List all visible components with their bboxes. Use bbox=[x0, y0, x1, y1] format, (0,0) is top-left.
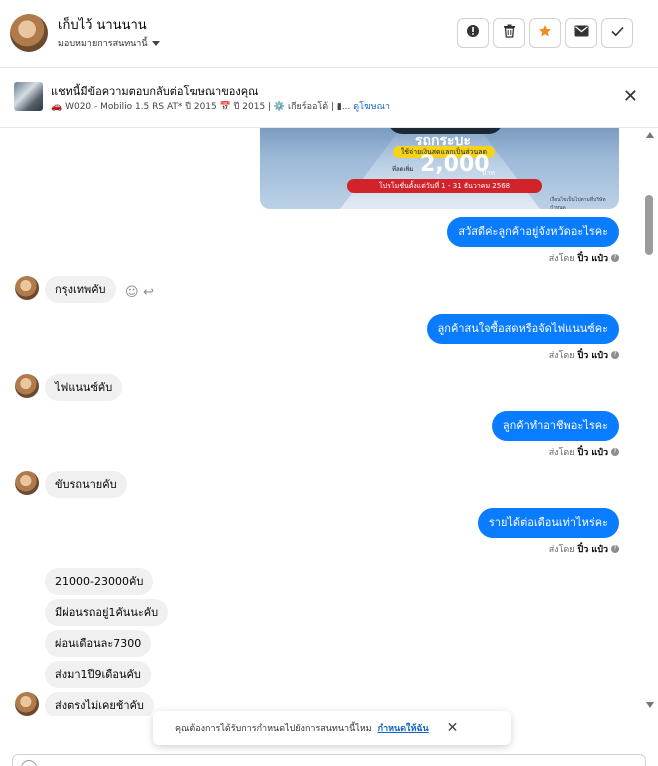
ad-description: 🚗 W020 - Mobilio 1.5 RS AT* ปี 2015 📅 ปี… bbox=[51, 102, 351, 112]
delete-button[interactable] bbox=[493, 18, 525, 48]
promo-image[interactable]: รถกระบะ ใช้จ่ายเงินสดแลกเป็นส่วนลด ที่ลด… bbox=[260, 128, 619, 209]
toast-text: คุณต้องการได้รับการกำหนดไปยังการสนทนานี้… bbox=[175, 724, 372, 734]
scroll-up-arrow-icon[interactable] bbox=[646, 132, 654, 138]
outgoing-message[interactable]: ลูกค้าทำอาชีพอะไรคะ bbox=[491, 411, 619, 441]
incoming-message[interactable]: ผ่อนเดือนละ7300 bbox=[45, 630, 152, 657]
scrollbar-thumb[interactable] bbox=[645, 195, 653, 255]
ad-banner-title: แชทนี้มีข้อความตอบกลับต่อโฆษณาของคุณ bbox=[51, 85, 259, 98]
incoming-message[interactable]: ส่งมา1ปี9เดือนคับ bbox=[45, 661, 151, 688]
contact-avatar[interactable] bbox=[10, 14, 48, 52]
sent-by-prefix: ส่งโดย bbox=[548, 351, 575, 361]
promo-amount: 2,000 bbox=[420, 152, 490, 177]
avatar[interactable] bbox=[15, 471, 39, 495]
sent-by-prefix: ส่งโดย bbox=[548, 545, 575, 555]
question-icon[interactable]: ? bbox=[611, 545, 619, 553]
sent-by-label: ส่งโดย ปิ๋ว แป๋ว ? bbox=[549, 542, 619, 556]
check-icon bbox=[610, 25, 624, 41]
contact-name[interactable]: เก็บไว้ นานนาน bbox=[58, 14, 147, 35]
promo-small-text: ที่ลดเพิ่ม bbox=[392, 166, 414, 173]
sent-by-name: ปิ๋ว แป๋ว bbox=[577, 351, 608, 361]
envelope-icon bbox=[574, 25, 589, 41]
star-button[interactable] bbox=[529, 18, 561, 48]
assign-label: มอบหมายการสนทนานี้ bbox=[58, 39, 148, 49]
caret-down-icon bbox=[151, 40, 160, 46]
avatar[interactable] bbox=[15, 374, 39, 398]
report-button[interactable] bbox=[457, 18, 489, 48]
question-icon[interactable]: ? bbox=[611, 254, 619, 262]
incoming-message[interactable]: กรุงเทพคับ bbox=[45, 276, 116, 303]
sent-by-name: ปิ๋ว แป๋ว bbox=[577, 448, 608, 458]
emoji-icon[interactable] bbox=[21, 760, 37, 766]
incoming-message[interactable]: ส่งตรงไม่เคยช้าคับ bbox=[45, 692, 154, 716]
ad-reply-banner: แชทนี้มีข้อความตอบกลับต่อโฆษณาของคุณ 🚗 W… bbox=[0, 68, 658, 128]
sent-by-prefix: ส่งโดย bbox=[548, 254, 575, 264]
promo-unit: บาท bbox=[482, 169, 495, 177]
question-icon[interactable]: ? bbox=[611, 448, 619, 456]
sent-by-label: ส่งโดย ปิ๋ว แป๋ว ? bbox=[549, 251, 619, 265]
assign-prompt-toast: คุณต้องการได้รับการกำหนดไปยังการสนทนานี้… bbox=[153, 711, 511, 745]
sent-by-label: ส่งโดย ปิ๋ว แป๋ว ? bbox=[549, 348, 619, 362]
chat-scrollbar[interactable] bbox=[642, 128, 656, 716]
ad-thumbnail[interactable] bbox=[14, 82, 43, 111]
message-thread[interactable]: รถกระบะ ใช้จ่ายเงินสดแลกเป็นส่วนลด ที่ลด… bbox=[0, 128, 658, 716]
sent-by-prefix: ส่งโดย bbox=[548, 448, 575, 458]
question-icon[interactable]: ? bbox=[611, 351, 619, 359]
trash-icon bbox=[503, 24, 516, 42]
sent-by-label: ส่งโดย ปิ๋ว แป๋ว ? bbox=[549, 445, 619, 459]
done-button[interactable] bbox=[601, 18, 633, 48]
ad-banner-subtitle: 🚗 W020 - Mobilio 1.5 RS AT* ปี 2015 📅 ปี… bbox=[51, 99, 390, 113]
sent-by-name: ปิ๋ว แป๋ว bbox=[577, 254, 608, 264]
outgoing-message[interactable]: ลูกค้าสนใจซื้อสดหรือจัดไฟแนนซ์คะ bbox=[426, 314, 619, 344]
star-icon bbox=[538, 24, 552, 42]
promo-fineprint: เงื่อนไขเป็นไปตามที่บริษัทกำหนด bbox=[550, 197, 606, 209]
scroll-down-arrow-icon[interactable] bbox=[646, 702, 654, 708]
smiley-icon[interactable]: ☺ bbox=[125, 285, 139, 300]
assign-to-me-link[interactable]: กำหนดให้ฉัน bbox=[378, 721, 429, 735]
assign-conversation-dropdown[interactable]: มอบหมายการสนทนานี้ bbox=[58, 36, 160, 50]
exclamation-icon bbox=[466, 24, 480, 42]
close-icon[interactable]: ✕ bbox=[623, 88, 638, 106]
incoming-message[interactable]: ไฟแนนซ์คับ bbox=[45, 374, 123, 401]
incoming-message[interactable]: มีผ่อนรถอยู่1คันนะคับ bbox=[45, 599, 169, 626]
sent-by-name: ปิ๋ว แป๋ว bbox=[577, 545, 608, 555]
message-composer[interactable] bbox=[12, 754, 646, 766]
avatar[interactable] bbox=[15, 276, 39, 300]
view-ad-link[interactable]: ดูโฆษณา bbox=[353, 102, 390, 112]
avatar[interactable] bbox=[15, 692, 39, 716]
outgoing-message[interactable]: รายได้ต่อเดือนเท่าไหร่คะ bbox=[477, 508, 619, 538]
mail-button[interactable] bbox=[565, 18, 597, 48]
reply-icon[interactable]: ↩ bbox=[143, 285, 154, 300]
promo-dates: โปรโมชั่นตั้งแต่วันที่ 1 - 31 ธันวาคม 25… bbox=[347, 179, 542, 193]
conversation-header: เก็บไว้ นานนาน มอบหมายการสนทนานี้ bbox=[0, 0, 658, 68]
close-icon[interactable]: ✕ bbox=[447, 720, 459, 736]
incoming-message[interactable]: 21000-23000คับ bbox=[45, 568, 154, 595]
incoming-message[interactable]: ขับรถนายคับ bbox=[45, 471, 127, 498]
outgoing-message[interactable]: สวัสดีค่ะลูกค้าอยู่จังหวัดอะไรคะ bbox=[447, 217, 619, 247]
